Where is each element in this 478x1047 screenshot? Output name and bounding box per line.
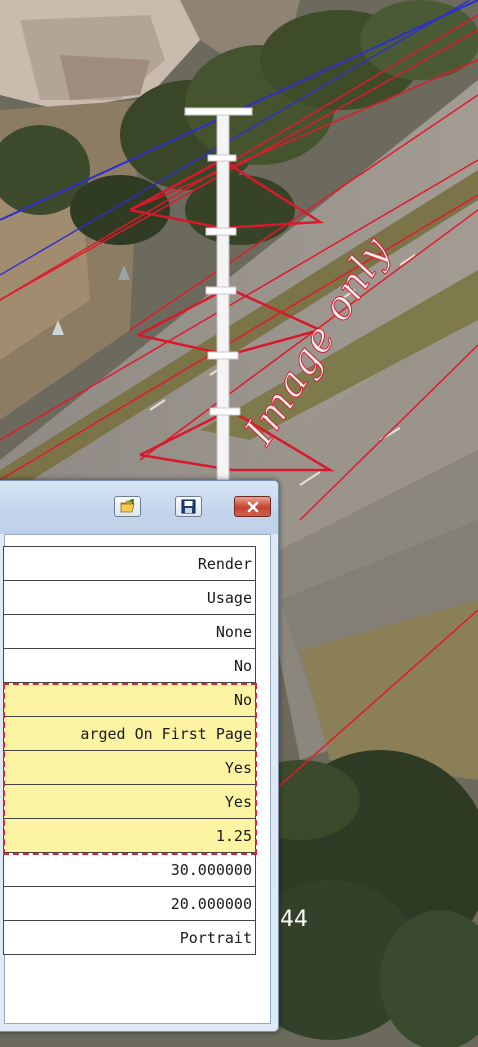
- property-row: Usage: [3, 580, 256, 615]
- ground-label: 44: [280, 907, 308, 932]
- property-value[interactable]: Portrait: [3, 920, 256, 955]
- property-row: No: [3, 648, 256, 683]
- properties-table: Render Usage None No No arged On First Page Ye…: [3, 546, 256, 955]
- dialog-titlebar[interactable]: [0, 481, 278, 534]
- property-value[interactable]: Render: [3, 546, 256, 581]
- property-value[interactable]: None: [3, 614, 256, 649]
- open-folder-icon: [120, 499, 135, 513]
- properties-dialog: Render Usage None No No arged On First Page Ye…: [0, 480, 279, 1032]
- dialog-footer: [5, 1013, 270, 1023]
- property-value[interactable]: Yes: [3, 784, 256, 819]
- property-value[interactable]: arged On First Page: [3, 716, 256, 751]
- property-value[interactable]: Usage: [3, 580, 256, 615]
- property-row: None: [3, 614, 256, 649]
- close-button[interactable]: [234, 496, 271, 517]
- save-icon: [181, 499, 196, 514]
- property-value[interactable]: 30.000000: [3, 852, 256, 887]
- property-value[interactable]: 20.000000: [3, 886, 256, 921]
- close-icon: [247, 501, 259, 513]
- property-row: Yes: [3, 750, 256, 785]
- property-row: No: [3, 682, 256, 717]
- property-value[interactable]: No: [3, 648, 256, 683]
- property-value[interactable]: Yes: [3, 750, 256, 785]
- property-row: 1.25: [3, 818, 256, 853]
- open-folder-button[interactable]: [114, 496, 141, 517]
- property-row: 20.000000: [3, 886, 256, 921]
- property-value[interactable]: 1.25: [3, 818, 256, 853]
- save-button[interactable]: [175, 496, 202, 517]
- property-row: Portrait: [3, 920, 256, 955]
- property-value[interactable]: No: [3, 682, 256, 717]
- properties-panel: Render Usage None No No arged On First Page Ye…: [3, 534, 271, 1024]
- property-row: 30.000000: [3, 852, 256, 887]
- property-row: Render: [3, 546, 256, 581]
- property-row: Yes: [3, 784, 256, 819]
- property-row: arged On First Page: [3, 716, 256, 751]
